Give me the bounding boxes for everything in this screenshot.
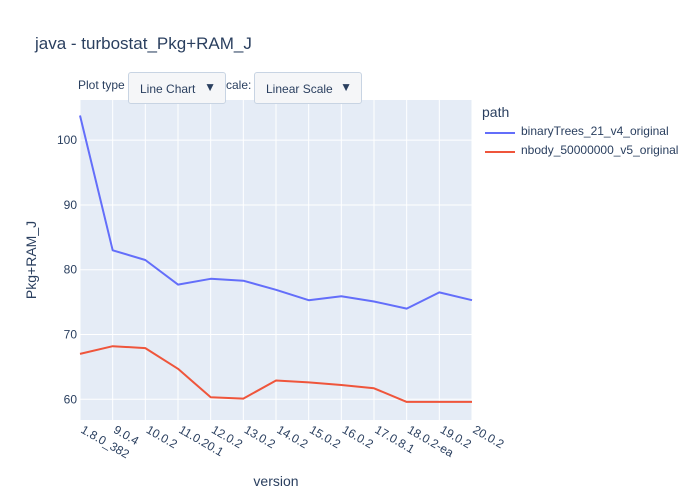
x-tick-label: 16.0.2 <box>340 422 376 451</box>
data-point[interactable] <box>370 384 378 392</box>
data-point[interactable] <box>76 350 84 358</box>
data-point[interactable] <box>239 395 247 403</box>
x-tick-label: 10.0.2 <box>144 422 180 451</box>
data-point[interactable] <box>239 277 247 285</box>
plot-type-value: Line Chart <box>140 82 196 96</box>
data-point[interactable] <box>272 376 280 384</box>
data-point[interactable] <box>76 112 84 120</box>
data-point[interactable] <box>403 305 411 313</box>
scale-dropdown[interactable]: Linear Scale ▼ <box>254 72 362 104</box>
legend-swatch <box>485 151 515 153</box>
data-point[interactable] <box>337 292 345 300</box>
chart-title: java - turbostat_Pkg+RAM_J <box>35 34 252 53</box>
data-point[interactable] <box>370 297 378 305</box>
data-point[interactable] <box>272 286 280 294</box>
data-point[interactable] <box>468 398 476 406</box>
data-point[interactable] <box>305 296 313 304</box>
triangle-down-icon: ▼ <box>204 80 216 94</box>
data-point[interactable] <box>109 246 117 254</box>
data-point[interactable] <box>435 288 443 296</box>
y-tick-label: 80 <box>64 263 78 277</box>
data-point[interactable] <box>305 378 313 386</box>
data-point[interactable] <box>403 398 411 406</box>
x-tick-label: 15.0.2 <box>307 422 343 451</box>
legend-label: nbody_50000000_v5_original <box>521 143 679 157</box>
data-point[interactable] <box>109 342 117 350</box>
data-point[interactable] <box>468 296 476 304</box>
x-tick-label: 13.0.2 <box>242 422 278 451</box>
data-point[interactable] <box>141 344 149 352</box>
data-point[interactable] <box>435 398 443 406</box>
y-tick-label: 70 <box>64 327 78 341</box>
data-point[interactable] <box>207 393 215 401</box>
y-axis-title: Pkg+RAM_J <box>23 221 39 299</box>
legend-item-binarytrees[interactable]: binaryTrees_21_v4_original <box>485 124 695 142</box>
y-tick-label: 90 <box>64 198 78 212</box>
x-axis-title: version <box>253 473 298 489</box>
x-tick-label: 14.0.2 <box>275 422 311 451</box>
scale-label: cale: <box>226 78 252 92</box>
x-tick-label: 20.0.2 <box>471 422 507 451</box>
x-tick-labels: 1.8.0_3829.0.4 10.0.211.0.20.112.0.213.0.… <box>79 422 507 461</box>
data-point[interactable] <box>207 275 215 283</box>
y-tick-labels: 60 70 80 90 100 <box>57 133 77 406</box>
plot-type-label: Plot type <box>78 78 125 92</box>
legend-label: binaryTrees_21_v4_original <box>521 124 669 138</box>
plot-type-dropdown[interactable]: Line Chart ▼ <box>128 72 226 104</box>
y-tick-label: 60 <box>64 392 78 406</box>
scale-value: Linear Scale <box>266 82 333 96</box>
data-point[interactable] <box>174 365 182 373</box>
data-point[interactable] <box>141 256 149 264</box>
triangle-down-icon: ▼ <box>340 80 352 94</box>
y-tick-label: 100 <box>57 133 77 147</box>
legend-swatch <box>485 132 515 134</box>
legend-title: path <box>482 104 510 120</box>
legend-item-nbody[interactable]: nbody_50000000_v5_original <box>485 143 695 161</box>
data-point[interactable] <box>337 381 345 389</box>
data-point[interactable] <box>174 281 182 289</box>
